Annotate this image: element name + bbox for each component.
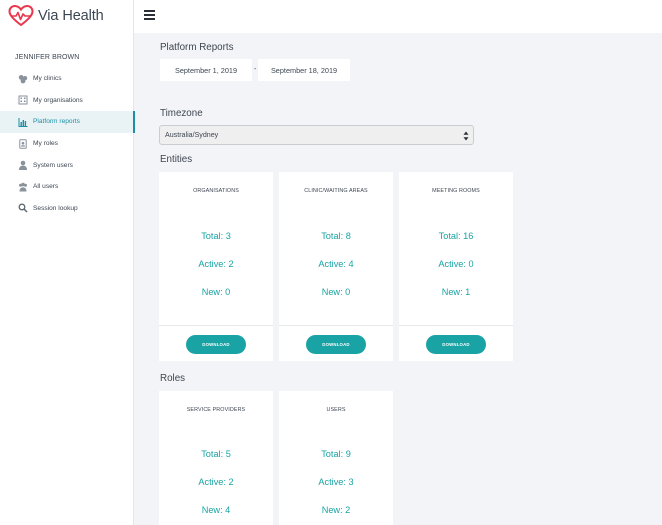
role-card-users: USERS Total: 9 Active: 3 New: 2 [279, 391, 393, 525]
timezone-value: Australia/Sydney [165, 131, 219, 139]
bar-chart-icon [17, 117, 28, 127]
stat-new: New: 2 [321, 505, 351, 515]
sidebar-item-all-users[interactable]: All users [0, 176, 134, 198]
logo[interactable]: Via Health [8, 4, 104, 28]
users-icon [17, 182, 28, 192]
date-to-field[interactable]: September 18, 2019 [258, 59, 350, 81]
hamburger-icon[interactable] [144, 10, 155, 20]
top-bar [134, 0, 662, 33]
id-badge-icon [17, 138, 28, 149]
search-icon [17, 203, 28, 213]
role-card-service-providers: SERVICE PROVIDERS Total: 5 Active: 2 New… [159, 391, 273, 525]
stat-active: Active: 2 [198, 259, 234, 269]
sidebar-item-my-organisations[interactable]: My organisations [0, 90, 134, 112]
stat-total: Total: 3 [201, 231, 231, 241]
stat-active: Active: 4 [318, 259, 354, 269]
stat-total: Total: 8 [321, 231, 351, 241]
stat-active: Active: 0 [438, 259, 474, 269]
entities-title: Entities [160, 154, 193, 165]
sidebar-item-label: My organisations [33, 96, 83, 104]
sidebar-item-label: My clinics [33, 75, 62, 83]
sidebar-item-my-clinics[interactable]: My clinics [0, 68, 134, 90]
sidebar-item-system-users[interactable]: System users [0, 154, 134, 176]
stat-total: Total: 16 [438, 231, 474, 241]
entity-card-clinic-waiting-areas: CLINIC/WAITING AREAS Total: 8 Active: 4 … [279, 172, 393, 361]
card-title: SERVICE PROVIDERS [186, 407, 246, 413]
stat-new: New: 1 [441, 287, 471, 297]
card-title: MEETING ROOMS [432, 188, 480, 194]
page-title: Platform Reports [160, 42, 234, 53]
card-divider [279, 325, 393, 326]
sidebar-item-session-lookup[interactable]: Session lookup [0, 198, 134, 220]
stat-total: Total: 9 [321, 449, 351, 459]
entity-card-organisations: ORGANISATIONS Total: 3 Active: 2 New: 0 … [159, 172, 273, 361]
sidebar-nav: My clinics My organisations Platform rep… [0, 68, 135, 220]
user-name: JENNIFER BROWN [15, 54, 80, 61]
card-title: ORGANISATIONS [193, 188, 239, 194]
card-divider [399, 325, 513, 326]
sidebar-item-label: My roles [33, 140, 58, 148]
timezone-select[interactable]: Australia/Sydney [159, 125, 474, 145]
card-title: USERS [326, 407, 346, 413]
date-from-field[interactable]: September 1, 2019 [160, 59, 252, 81]
stat-total: Total: 5 [201, 449, 231, 459]
stat-new: New: 0 [321, 287, 351, 297]
select-arrows-icon [463, 130, 469, 141]
card-divider [159, 325, 273, 326]
sidebar: Via Health JENNIFER BROWN My clinics My … [0, 0, 135, 525]
sidebar-item-my-roles[interactable]: My roles [0, 133, 134, 155]
clinics-icon [17, 74, 28, 84]
date-separator: - [254, 66, 257, 73]
download-button[interactable]: DOWNLOAD [186, 335, 246, 354]
entity-card-meeting-rooms: MEETING ROOMS Total: 16 Active: 0 New: 1… [399, 172, 513, 361]
timezone-label: Timezone [160, 108, 203, 119]
card-title: CLINIC/WAITING AREAS [304, 188, 368, 194]
sidebar-item-label: Platform reports [33, 118, 80, 126]
stat-new: New: 4 [201, 505, 231, 515]
download-button[interactable]: DOWNLOAD [426, 335, 486, 354]
sidebar-item-label: All users [33, 183, 59, 191]
download-button[interactable]: DOWNLOAD [306, 335, 366, 354]
sidebar-item-label: System users [33, 161, 73, 169]
heart-pulse-icon [8, 5, 34, 27]
organisation-icon [17, 95, 28, 105]
roles-title: Roles [160, 373, 186, 384]
sidebar-item-platform-reports[interactable]: Platform reports [0, 111, 135, 133]
sidebar-item-label: Session lookup [33, 204, 78, 212]
stat-active: Active: 3 [318, 477, 354, 487]
user-icon [17, 160, 28, 171]
app-name: Via Health [38, 8, 104, 24]
stat-new: New: 0 [201, 287, 231, 297]
stat-active: Active: 2 [198, 477, 234, 487]
